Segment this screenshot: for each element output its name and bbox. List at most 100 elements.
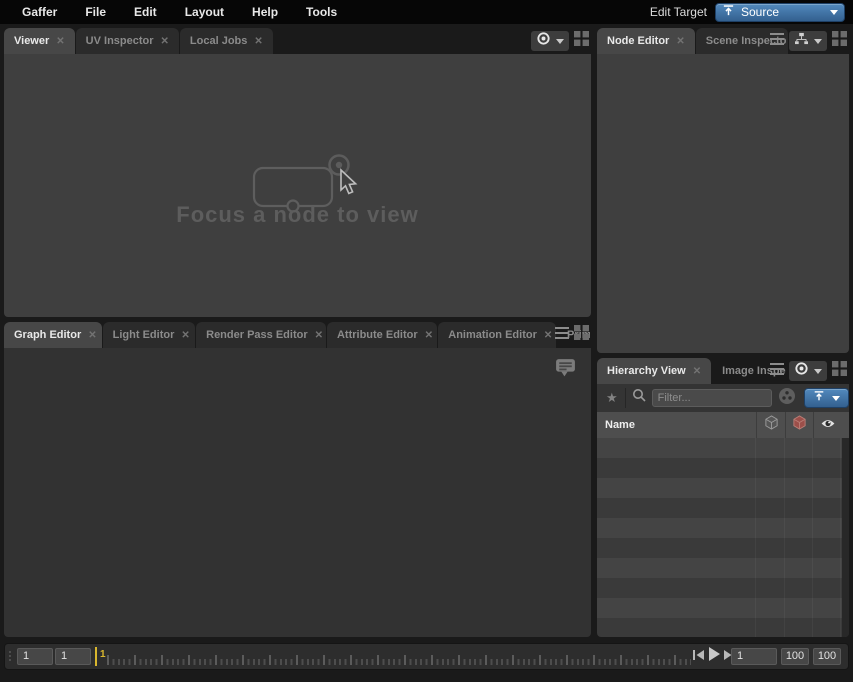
menu-file[interactable]: File [71,5,120,19]
close-icon[interactable]: ✕ [544,330,552,341]
table-row[interactable] [597,438,849,458]
tab-label: Graph Editor [14,329,81,341]
tab-local-jobs[interactable]: Local Jobs ✕ [180,28,273,54]
close-icon[interactable]: ✕ [693,366,701,377]
tab-viewer[interactable]: Viewer ✕ [4,28,75,54]
edit-scope-dropdown[interactable] [804,388,849,408]
viewer-empty-message: Focus a node to view [4,202,591,228]
timeline-end-frame-field[interactable]: 100 [813,648,841,665]
menu-help[interactable]: Help [238,5,292,19]
node-editor-body[interactable] [597,54,849,353]
menu-edit[interactable]: Edit [120,5,171,19]
timeline-bar: 1 1 1 1 100 100 [4,643,849,670]
table-row[interactable] [597,538,849,558]
hamburger-menu-icon[interactable] [770,32,784,50]
tab-animation-editor[interactable]: Animation Editor ✕ [438,322,556,348]
graph-editor-canvas[interactable] [4,348,591,637]
hamburger-menu-icon[interactable] [770,362,784,380]
close-icon[interactable]: ✕ [425,330,433,341]
graph-editor-tabbar: Graph Editor ✕ Light Editor ✕ Render Pas… [4,322,591,348]
tab-label: Local Jobs [190,35,247,47]
table-row[interactable] [597,618,849,637]
target-icon [794,361,809,381]
divider [625,388,626,408]
scrollbar[interactable] [842,438,849,637]
graph-editor-panel: Graph Editor ✕ Light Editor ✕ Render Pas… [4,322,591,637]
hierarchy-focus-menu-button[interactable] [789,361,827,381]
table-row[interactable] [597,498,849,518]
hierarchy-tabbar: Hierarchy View ✕ Image Inspe [597,358,849,384]
edit-scope-icon [813,389,825,407]
chevron-down-icon [832,396,840,401]
column-header-visibility[interactable] [813,412,841,438]
close-icon[interactable]: ✕ [181,330,189,341]
node-graph-menu-button[interactable] [789,31,827,51]
timeline-ruler[interactable] [107,648,691,665]
close-icon[interactable]: ✕ [315,330,323,341]
star-icon[interactable]: ★ [606,390,618,406]
node-editor-tabbar: Node Editor ✕ Scene Inspecto [597,28,849,54]
chevron-down-icon [830,10,838,15]
edit-scope-icon [722,4,735,20]
layout-grid-icon[interactable] [832,31,847,51]
menu-bar: Gaffer File Edit Layout Help Tools Edit … [0,0,853,24]
tab-label: UV Inspector [86,35,154,47]
filter-options-icon[interactable] [778,387,796,410]
tab-label: Attribute Editor [337,329,418,341]
layout-grid-icon[interactable] [574,325,589,345]
tab-node-editor[interactable]: Node Editor ✕ [597,28,695,54]
tab-light-editor[interactable]: Light Editor ✕ [103,322,195,348]
viewer-focus-menu-button[interactable] [531,31,569,51]
table-row[interactable] [597,458,849,478]
search-icon [632,388,647,408]
annotation-icon[interactable] [554,356,577,384]
close-icon[interactable]: ✕ [161,36,169,47]
playback-controls [693,644,735,669]
chevron-down-icon [814,39,822,44]
hierarchy-filter-toolbar: ★ [597,384,849,412]
timeline-current-frame-field[interactable]: 1 [731,648,777,665]
node-tree-icon [794,32,809,50]
drag-handle[interactable] [9,651,11,661]
chevron-down-icon [556,39,564,44]
tab-attribute-editor[interactable]: Attribute Editor ✕ [327,322,437,348]
layout-grid-icon[interactable] [832,361,847,381]
close-icon[interactable]: ✕ [56,36,64,47]
filter-input[interactable] [652,389,772,407]
table-row[interactable] [597,478,849,498]
play-button[interactable] [708,647,720,666]
close-icon[interactable]: ✕ [254,36,262,47]
menu-tools[interactable]: Tools [292,5,351,19]
playhead-frame-label: 1 [100,649,106,660]
column-header-exclusions[interactable] [785,412,813,438]
tab-label: Render Pass Editor [206,329,307,341]
tab-uv-inspector[interactable]: UV Inspector ✕ [76,28,179,54]
timeline-inner-start-frame-field[interactable]: 1 [55,648,91,665]
table-row[interactable] [597,558,849,578]
skip-to-start-button[interactable] [693,648,704,666]
layout-grid-icon[interactable] [574,31,589,51]
edit-target-dropdown[interactable]: Source [715,3,845,22]
hierarchy-table-header: Name [597,412,849,438]
close-icon[interactable]: ✕ [88,330,96,341]
hierarchy-table-body[interactable] [597,438,849,637]
hamburger-menu-icon[interactable] [555,326,569,344]
table-row[interactable] [597,578,849,598]
column-header-inclusions[interactable] [756,412,785,438]
menu-layout[interactable]: Layout [171,5,238,19]
tab-render-pass-editor[interactable]: Render Pass Editor ✕ [196,322,326,348]
viewer-viewport[interactable]: Focus a node to view [4,54,591,317]
close-icon[interactable]: ✕ [676,36,684,47]
edit-target-value: Source [741,5,779,19]
table-row[interactable] [597,518,849,538]
viewer-tabbar: Viewer ✕ UV Inspector ✕ Local Jobs ✕ [4,28,591,54]
column-header-name[interactable]: Name [597,419,756,431]
timeline-start-frame-field[interactable]: 1 [17,648,53,665]
playhead[interactable] [95,647,97,666]
tab-label: Hierarchy View [607,365,686,377]
menu-gaffer[interactable]: Gaffer [8,5,71,19]
tab-graph-editor[interactable]: Graph Editor ✕ [4,322,102,348]
table-row[interactable] [597,598,849,618]
timeline-inner-end-frame-field[interactable]: 100 [781,648,809,665]
tab-hierarchy-view[interactable]: Hierarchy View ✕ [597,358,711,384]
